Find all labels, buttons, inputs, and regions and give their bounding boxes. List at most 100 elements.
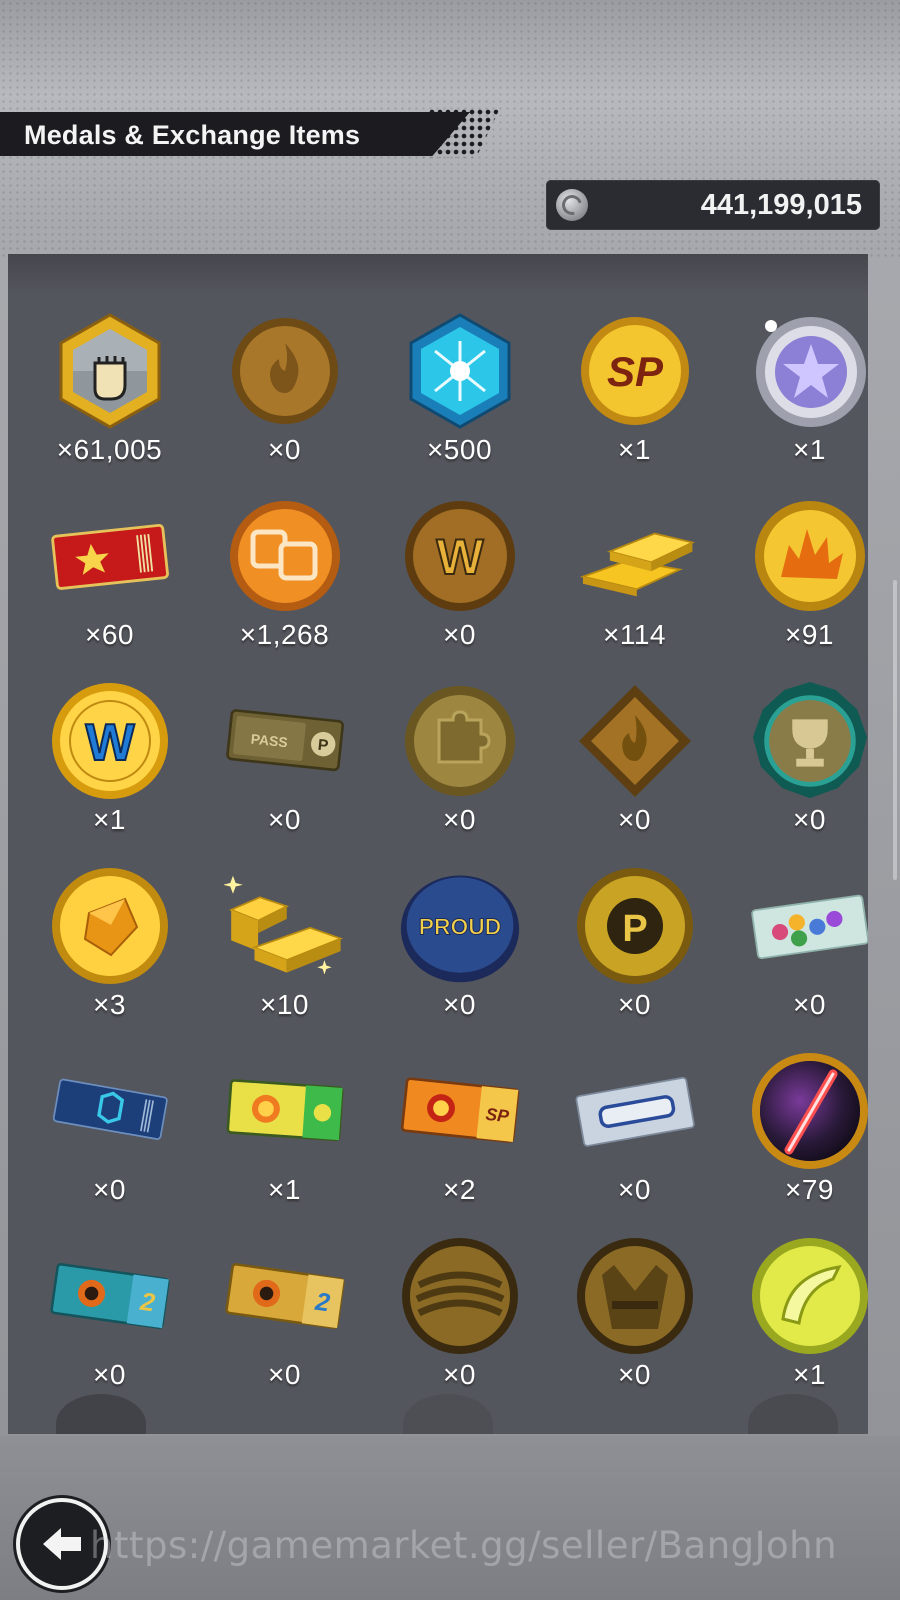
item-slot[interactable]: ×0 [547,1048,722,1233]
gold-ball-ticket-icon: 2 [224,1235,346,1357]
bronze-puzzle-medal-icon [399,680,521,802]
item-slot[interactable]: ×0 [22,1048,197,1233]
item-count: ×10 [260,989,309,1020]
coin-icon [556,189,588,221]
item-count: ×1 [793,1359,826,1390]
sparkling-gold-bars-icon [224,865,346,987]
bronze-gi-medal-icon [574,1235,696,1357]
item-count: ×0 [443,1359,476,1390]
scrollbar[interactable] [893,580,897,880]
item-count: ×91 [785,619,834,650]
item-count: ×0 [93,1174,126,1205]
item-slot[interactable]: ×0 [547,1233,722,1418]
gold-crystal-medal-icon [49,865,171,987]
silver-star-medal-icon [749,310,868,432]
item-slot[interactable]: P ×0 [547,863,722,1048]
item-slot[interactable]: W ×0 [372,493,547,678]
item-count: ×0 [618,1174,651,1205]
item-count: ×0 [618,1359,651,1390]
next-row-peek [8,1394,868,1434]
item-count: ×1 [618,434,651,465]
item-slot[interactable]: ×0 [372,1233,547,1418]
proud-badge-icon: PROUD [399,865,521,987]
watermark-text: https://gamemarket.gg/seller/BangJohn [90,1524,838,1567]
items-grid: ×61,005 ×0 ×500 SP ×1 ×1 ×60 ×1,268 W ×0… [22,308,868,1418]
item-count: ×0 [268,434,301,465]
item-slot[interactable]: ×0 [722,863,868,1048]
svg-text:SP: SP [485,1104,511,1126]
lime-cape-medal-icon [749,1235,868,1357]
bronze-flame-diamond-icon [574,680,696,802]
item-count: ×1,268 [239,619,330,650]
sp-fire-ticket-icon: SP [399,1050,521,1172]
gold-w-medal-icon: W [49,680,171,802]
item-count: ×60 [85,619,134,650]
item-count: ×1 [93,804,126,835]
item-count: ×0 [443,804,476,835]
item-count: ×0 [618,989,651,1020]
item-count: ×0 [268,804,301,835]
item-slot[interactable]: ×1 [197,1048,372,1233]
item-count: ×0 [618,804,651,835]
pass-ticket-icon: PASS P [224,680,346,802]
item-slot[interactable]: ×0 [547,678,722,863]
item-slot[interactable]: PASS P ×0 [197,678,372,863]
item-slot[interactable]: ×1 [722,308,868,493]
item-count: ×114 [603,619,666,650]
svg-text:W: W [85,714,135,772]
svg-text:PROUD: PROUD [419,914,502,940]
item-slot[interactable]: W ×1 [22,678,197,863]
item-count: ×3 [93,989,126,1020]
currency-display: 441,199,015 [546,180,880,230]
bronze-w-medal-icon: W [399,495,521,617]
item-count: ×0 [93,1359,126,1390]
item-slot[interactable]: ×10 [197,863,372,1048]
item-slot[interactable]: ×0 [722,678,868,863]
back-arrow-icon [43,1528,81,1560]
sp-gold-medal-icon: SP [574,310,696,432]
svg-text:SP: SP [607,348,664,395]
items-panel[interactable]: ×61,005 ×0 ×500 SP ×1 ×1 ×60 ×1,268 W ×0… [8,254,868,1434]
item-count: ×0 [443,989,476,1020]
item-slot[interactable]: SP ×1 [547,308,722,493]
item-slot[interactable]: ×3 [22,863,197,1048]
item-count: ×0 [793,804,826,835]
item-count: ×79 [785,1174,834,1205]
gold-p-medal-icon: P [574,865,696,987]
svg-text:P: P [317,737,329,755]
fist-hexagon-medal-icon [49,310,171,432]
bronze-flame-medal-icon [224,310,346,432]
green-fire-ticket-icon [224,1050,346,1172]
red-light-medal-icon [749,1050,868,1172]
item-slot[interactable]: ×500 [372,308,547,493]
item-slot[interactable]: ×114 [547,493,722,678]
red-star-ticket-icon [49,495,171,617]
item-slot[interactable]: PROUD ×0 [372,863,547,1048]
item-slot[interactable]: ×1 [722,1233,868,1418]
item-slot[interactable]: 2 ×0 [197,1233,372,1418]
blue-crystal-hexagon-icon [399,310,521,432]
gold-burst-medal-icon [749,495,868,617]
orange-card-medal-icon [224,495,346,617]
blue-ticket-icon [49,1050,171,1172]
svg-text:P: P [622,908,647,950]
item-count: ×61,005 [56,434,163,465]
item-count: ×0 [443,619,476,650]
item-slot[interactable]: ×1,268 [197,493,372,678]
blue-ball-ticket-icon: 2 [49,1235,171,1357]
item-slot[interactable]: ×0 [372,678,547,863]
gem-ticket-icon [749,865,868,987]
item-slot[interactable]: ×79 [722,1048,868,1233]
item-count: ×500 [426,434,493,465]
item-slot[interactable]: ×91 [722,493,868,678]
item-count: ×1 [793,434,826,465]
item-slot[interactable]: ×0 [197,308,372,493]
item-slot[interactable]: SP ×2 [372,1048,547,1233]
item-slot[interactable]: 2 ×0 [22,1233,197,1418]
item-slot[interactable]: ×60 [22,493,197,678]
panel-shade [8,254,868,294]
green-trophy-medal-icon [749,680,868,802]
item-count: ×0 [793,989,826,1020]
bronze-bandage-medal-icon [399,1235,521,1357]
item-slot[interactable]: ×61,005 [22,308,197,493]
